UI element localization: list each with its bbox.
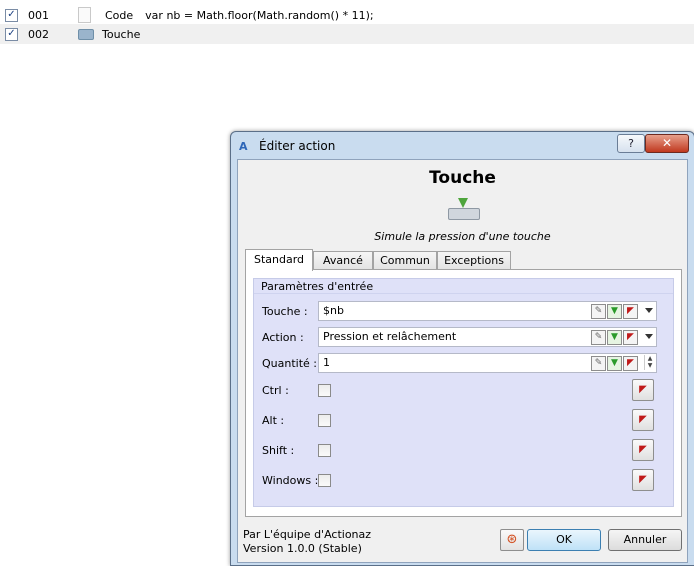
action-checkbox[interactable]: ✓ [5,8,18,22]
shift-code-mode-icon[interactable]: ◤ [632,439,654,461]
keyboard-icon [448,198,480,220]
action-checkbox[interactable]: ✓ [5,27,18,41]
group-title: Paramètres d'entrée [261,280,374,293]
tab-standard[interactable]: Standard [245,249,313,271]
title-bar[interactable]: A Éditer action ? ✕ [231,132,694,158]
action-value: Pression et relâchement [323,330,457,343]
dialog-body: Touche Simule la pression d'une touche S… [237,159,688,563]
edit-icon[interactable]: ✎ [591,330,606,345]
action-number: 002 [28,27,49,41]
code-mode-icon[interactable]: ◤ [623,304,638,319]
action-label: Action : [262,331,304,344]
quantity-value: 1 [323,356,330,369]
edit-icon[interactable]: ✎ [591,304,606,319]
tab-panel-standard: Paramètres d'entrée Touche : $nb ✎ ▼ ◤ A… [245,269,682,517]
cancel-button[interactable]: Annuler [608,529,682,551]
windows-checkbox[interactable] [318,474,331,487]
windows-code-mode-icon[interactable]: ◤ [632,469,654,491]
ctrl-checkbox[interactable] [318,384,331,397]
action-number: 001 [28,8,49,22]
tab-common[interactable]: Commun [373,251,437,270]
action-name: Touche [102,27,141,41]
edit-action-dialog: A Éditer action ? ✕ Touche Simule la pre… [230,131,694,566]
key-value: $nb [323,304,344,317]
code-mode-icon[interactable]: ◤ [623,330,638,345]
chevron-down-icon[interactable] [645,308,653,313]
action-description: Simule la pression d'une touche [374,230,551,243]
windows-label: Windows : [262,474,319,487]
action-row[interactable]: ✓ 001 Code var nb = Math.floor(Math.rand… [0,5,694,25]
action-title: Touche [429,168,496,188]
tab-advanced[interactable]: Avancé [313,251,373,270]
author-text: Par L'équipe d'Actionaz [243,528,372,541]
edit-icon[interactable]: ✎ [591,356,606,371]
alt-checkbox[interactable] [318,414,331,427]
shift-checkbox[interactable] [318,444,331,457]
code-icon [78,7,91,23]
tab-exceptions[interactable]: Exceptions [437,251,511,270]
dialog-title: Éditer action [259,139,336,153]
action-name: Code [105,8,134,22]
key-label: Touche : [262,305,308,318]
key-field[interactable]: $nb ✎ ▼ ◤ [318,301,657,321]
keyboard-icon [78,28,94,40]
lifebuoy-icon[interactable]: ⊛ [500,529,524,551]
action-select[interactable]: Pression et relâchement ✎ ▼ ◤ [318,327,657,347]
alt-label: Alt : [262,414,285,427]
variable-icon[interactable]: ▼ [607,330,622,345]
version-text: Version 1.0.0 (Stable) [243,542,362,555]
quantity-stepper[interactable]: 1 ✎ ▼ ◤ ▲ ▼ [318,353,657,373]
action-code: var nb = Math.floor(Math.random() * 11); [145,8,374,22]
help-button[interactable]: ? [617,134,645,153]
ok-button[interactable]: OK [527,529,601,551]
spinner-arrows-icon[interactable]: ▲ ▼ [644,355,655,370]
ctrl-label: Ctrl : [262,384,289,397]
input-parameters-group: Paramètres d'entrée Touche : $nb ✎ ▼ ◤ A… [253,278,674,507]
variable-icon[interactable]: ▼ [607,304,622,319]
ctrl-code-mode-icon[interactable]: ◤ [632,379,654,401]
code-mode-icon[interactable]: ◤ [623,356,638,371]
action-row[interactable]: ✓ 002 Touche [0,24,694,44]
chevron-down-icon[interactable] [645,334,653,339]
alt-code-mode-icon[interactable]: ◤ [632,409,654,431]
shift-label: Shift : [262,444,295,457]
close-button[interactable]: ✕ [645,134,689,153]
app-icon: A [239,140,248,153]
quantity-label: Quantité : [262,357,317,370]
variable-icon[interactable]: ▼ [607,356,622,371]
